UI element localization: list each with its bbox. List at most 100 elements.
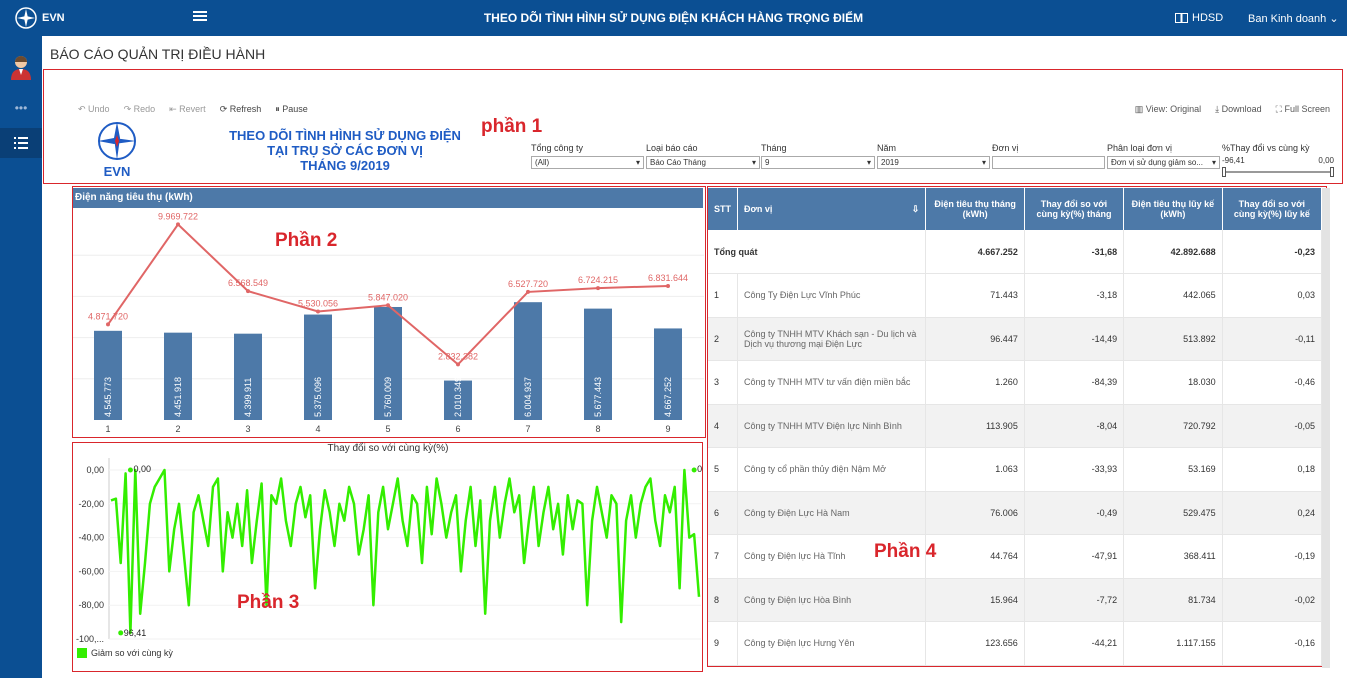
consumption-chart: 4.545.773 1 4.451.918 2 4.399.911 3 5.375.096 4… (73, 211, 704, 434)
refresh-button[interactable]: ⟳ Refresh (220, 104, 262, 115)
month-select[interactable]: 9 ▾ (761, 156, 875, 169)
table-row[interactable]: 3 Công ty TNHH MTV tư vấn điện miền bắc 1.… (708, 360, 1323, 405)
cell-cumulative-change: -0,02 (1222, 578, 1323, 622)
help-link[interactable]: HDSD (1175, 12, 1223, 24)
x-tick-label: 9 (665, 424, 670, 434)
y-tick-label: 0,00 (86, 465, 104, 475)
cell-cumulative-change: -0,46 (1222, 360, 1323, 405)
legend-swatch (77, 648, 87, 658)
total-cumulative-change: -0,23 (1222, 230, 1323, 274)
y-tick-label: -20,00 (78, 499, 104, 509)
sidebar: ••• (0, 36, 42, 678)
range-handle-min[interactable] (1222, 167, 1226, 177)
cell-name: Công ty cổ phần thủy điện Nậm Mở (737, 447, 927, 492)
change-chart-legend: Giảm so với cùng kỳ (77, 648, 173, 658)
cell-month-change: -84,39 (1024, 360, 1125, 405)
unit-type-select[interactable]: Đơn vị sử dụng giảm so... ▾ (1107, 156, 1220, 169)
table-scrollbar[interactable] (1322, 188, 1330, 668)
cell-stt: 3 (708, 360, 738, 405)
cell-stt: 8 (708, 578, 738, 622)
table-row[interactable]: 7 Công ty Điện lực Hà Tĩnh 44.764 -47,91 368… (708, 534, 1323, 579)
filter-company-label: Tổng công ty (531, 143, 584, 153)
cell-cumulative: 529.475 (1123, 491, 1223, 535)
revert-label: Revert (179, 103, 206, 114)
table-row[interactable]: 4 Công ty TNHH MTV Điện lực Ninh Bình 113.… (708, 404, 1323, 448)
unit-type-select-value: Đơn vị sử dụng giảm so... (1111, 158, 1203, 167)
cell-cumulative-change: -0,19 (1222, 534, 1323, 579)
undo-button[interactable]: ↶ Undo (78, 104, 110, 115)
annotation-point (118, 630, 124, 636)
col-month-change[interactable]: Thay đổi so với cùng kỳ(%) tháng (1024, 188, 1125, 230)
dashboard-title: THEO DÕI TÌNH HÌNH SỬ DỤNG ĐIỆN TẠI TRỤ … (200, 128, 490, 173)
sidebar-item-reports[interactable] (0, 128, 42, 158)
cell-cumulative: 720.792 (1123, 404, 1223, 448)
line-point (386, 303, 390, 308)
dashboard-title-line3: THÁNG 9/2019 (300, 158, 390, 173)
annotation-label: 0,00 (133, 464, 151, 474)
cell-month-change: -14,49 (1024, 317, 1125, 361)
table-row-total[interactable]: Tổng quát 4.667.252 -31,68 42.892.688 -0… (708, 230, 1323, 274)
table-row[interactable]: 6 Công ty Điện Lực Hà Nam 76.006 -0,49 529.4… (708, 491, 1323, 535)
annotation-part1: phần 1 (481, 116, 543, 137)
range-slider[interactable] (1222, 167, 1334, 177)
cell-month: 96.447 (925, 317, 1025, 361)
bar-label: 6.004.937 (523, 377, 533, 417)
table-row[interactable]: 2 Công ty TNHH MTV Khách sạn - Du lịch và… (708, 317, 1323, 361)
cell-cumulative-change: -0,11 (1222, 317, 1323, 361)
fullscreen-button[interactable]: ⛶ Full Screen (1276, 104, 1330, 115)
legend-label: Giảm so với cùng kỳ (91, 648, 173, 658)
redo-button[interactable]: ↷ Redo (124, 104, 156, 115)
pause-button[interactable]: ⏸ Pause (275, 104, 308, 115)
filter-unit-type: Phân loại đơn vị Đơn vị sử dụng giảm so.… (1107, 143, 1220, 169)
dropdown-arrow-icon: ▾ (751, 158, 756, 167)
unit-input[interactable] (992, 156, 1105, 169)
download-button[interactable]: ⤓ Download (1215, 104, 1262, 115)
dashboard-title-line2: TẠI TRỤ SỞ CÁC ĐƠN VỊ (267, 143, 423, 158)
line-point (456, 362, 460, 367)
filter-unit-type-label: Phân loại đơn vị (1107, 143, 1172, 153)
col-cumulative[interactable]: Điện tiêu thụ lũy kế (kWh) (1123, 188, 1223, 230)
viz-toolbar-right: ▥ View: Original ⤓ Download ⛶ Full Scree… (1135, 101, 1330, 117)
company-select[interactable]: (All) ▾ (531, 156, 644, 169)
filter-year-label: Năm (877, 143, 897, 153)
revert-button[interactable]: ⇤ Revert (169, 104, 206, 115)
fullscreen-label: Full Screen (1284, 103, 1330, 114)
cell-cumulative: 53.169 (1123, 447, 1223, 492)
table-row[interactable]: 1 Công Ty Điện Lực Vĩnh Phúc 71.443 -3,18 44… (708, 273, 1323, 318)
total-cumulative: 42.892.688 (1123, 230, 1223, 274)
cell-month: 71.443 (925, 273, 1025, 318)
cell-cumulative: 442.065 (1123, 273, 1223, 318)
table-row[interactable]: 9 Công ty Điện lực Hưng Yên 123.656 -44,21 1… (708, 621, 1323, 666)
dropdown-arrow-icon: ▾ (1211, 158, 1216, 167)
report-select[interactable]: Báo Cáo Tháng ▾ (646, 156, 760, 169)
avatar[interactable] (0, 52, 42, 82)
line-series (110, 468, 701, 635)
range-handle-max[interactable] (1330, 167, 1334, 177)
table-row[interactable]: 5 Công ty cổ phần thủy điện Nậm Mở 1.063 -3… (708, 447, 1323, 492)
filter-report-label: Loại báo cáo (646, 143, 698, 153)
filter-change-label: %Thay đổi vs cùng kỳ (1222, 143, 1310, 153)
col-stt[interactable]: STT (708, 188, 738, 230)
x-tick-label: 5 (385, 424, 390, 434)
user-menu[interactable]: Ban Kinh doanh ⌄ (1248, 12, 1339, 25)
cell-month-change: -0,49 (1024, 491, 1125, 535)
sort-icon[interactable]: ⇩ (912, 204, 920, 215)
cell-stt: 2 (708, 317, 738, 361)
cell-cumulative-change: 0,24 (1222, 491, 1323, 535)
cell-stt: 1 (708, 273, 738, 318)
col-month[interactable]: Điện tiêu thụ tháng (kWh) (925, 188, 1025, 230)
cell-cumulative-change: -0,16 (1222, 621, 1323, 666)
view-button[interactable]: ▥ View: Original (1135, 104, 1201, 115)
col-cumulative-change[interactable]: Thay đổi so với cùng kỳ(%) lũy kế (1222, 188, 1323, 230)
cell-month-change: -47,91 (1024, 534, 1125, 579)
line-point (246, 289, 250, 294)
year-select[interactable]: 2019 ▾ (877, 156, 990, 169)
x-tick-label: 4 (315, 424, 320, 434)
col-unit[interactable]: Đơn vị ⇩ (737, 188, 927, 230)
line-label: 9.969.722 (158, 211, 198, 221)
bar-label: 5.677.443 (593, 377, 603, 417)
unit-table: STT Đơn vị ⇩ Điện tiêu thụ tháng (kWh) T… (708, 188, 1323, 666)
table-row[interactable]: 8 Công ty Điện lực Hòa Bình 15.964 -7,72 81.… (708, 578, 1323, 622)
more-icon[interactable]: ••• (0, 98, 42, 118)
cell-stt: 6 (708, 491, 738, 535)
